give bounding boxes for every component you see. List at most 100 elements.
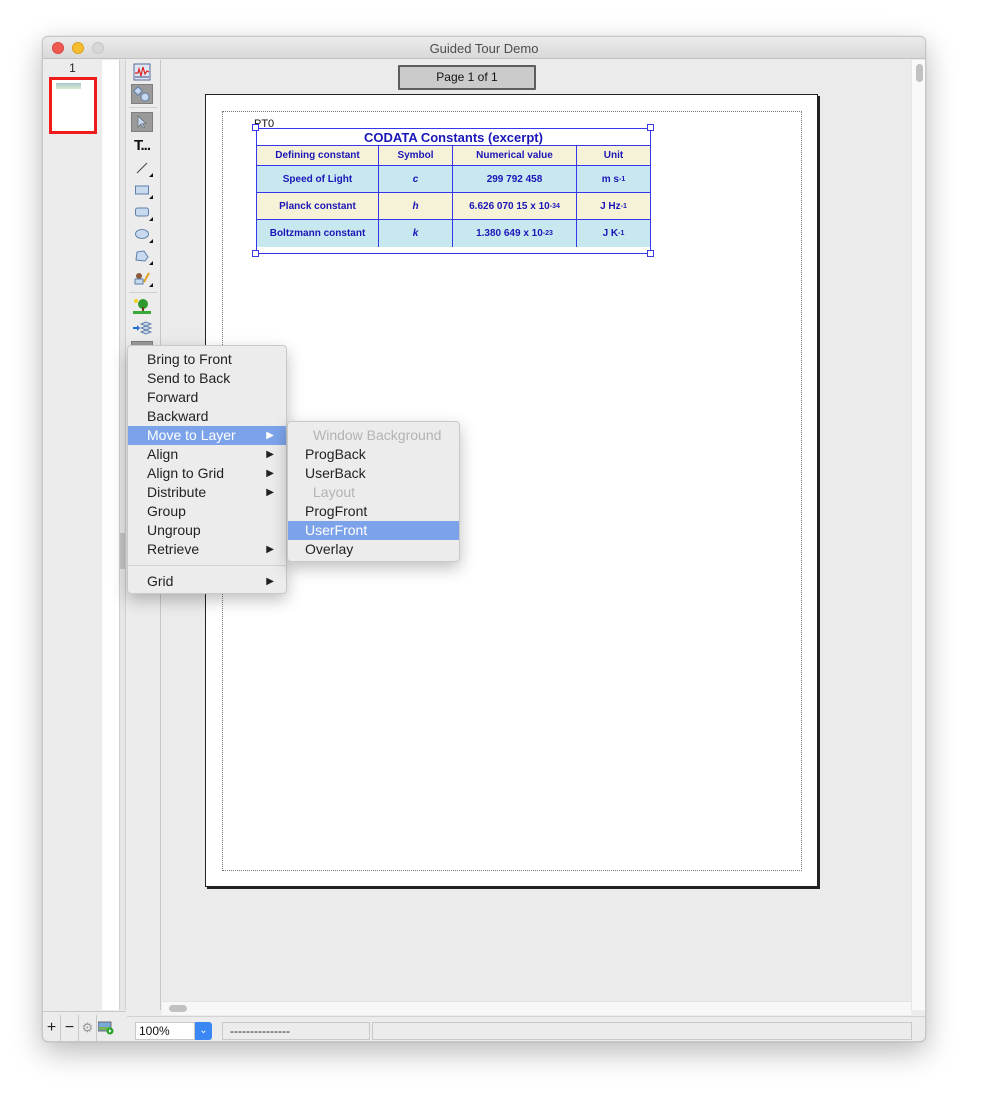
submenu-item-progback[interactable]: ProgBack — [288, 445, 459, 464]
rectangle-tool-icon — [135, 185, 149, 195]
page-indicator: Page 1 of 1 — [398, 65, 536, 90]
submenu-item-overlay[interactable]: Overlay — [288, 540, 459, 559]
gear-icon: ⚙ — [81, 1020, 94, 1035]
menu-item-align-to-grid[interactable]: Align to Grid ▶ — [128, 464, 286, 483]
menu-item-backward[interactable]: Backward — [128, 407, 286, 426]
window-title: Guided Tour Demo — [429, 41, 539, 56]
vertical-scrollbar[interactable] — [911, 60, 925, 1010]
rectangle-tool[interactable] — [131, 180, 153, 200]
table-header-row: Defining constant Symbol Numerical value… — [257, 146, 650, 166]
text-tool[interactable]: T... — [131, 135, 153, 155]
menu-item-bring-to-front[interactable]: Bring to Front — [128, 350, 286, 369]
polygon-tool[interactable] — [131, 246, 153, 266]
remove-page-button[interactable]: − — [61, 1015, 79, 1041]
page-settings-button[interactable]: ⚙ — [79, 1015, 97, 1041]
submenu-arrow-icon: ▶ — [266, 430, 274, 441]
horizontal-scrollbar[interactable] — [162, 1001, 911, 1015]
shapes-mode-tool[interactable] — [131, 84, 153, 104]
zoom-dropdown-button[interactable]: ⌄ — [195, 1022, 212, 1040]
menu-item-label: Backward — [147, 408, 209, 424]
menu-item-grid[interactable]: Grid ▶ — [128, 572, 286, 591]
constant-symbol: k — [379, 220, 453, 247]
value-text: 6.626 070 15 x 10 — [469, 200, 550, 212]
codata-table[interactable]: CODATA Constants (excerpt) Defining cons… — [256, 128, 651, 254]
selection-handle-top-left[interactable] — [252, 124, 259, 131]
constant-name: Speed of Light — [257, 166, 379, 192]
picture-tool[interactable] — [131, 296, 153, 316]
horizontal-scroll-thumb[interactable] — [169, 1005, 187, 1012]
page-navigator-buttons: + − ⚙ — [43, 1011, 126, 1041]
menu-item-retrieve[interactable]: Retrieve ▶ — [128, 540, 286, 559]
page-number-label: 1 — [69, 61, 76, 75]
value-exponent: -34 — [549, 202, 560, 210]
menu-item-align[interactable]: Align ▶ — [128, 445, 286, 464]
table-row: Speed of Light c 299 792 458 m s -1 — [257, 166, 650, 193]
tool-options-indicator — [149, 283, 153, 287]
layers-tool[interactable] — [131, 318, 153, 338]
add-page-button[interactable]: + — [43, 1015, 61, 1041]
line-tool-icon — [136, 162, 148, 174]
graph-tool[interactable] — [131, 62, 153, 82]
zoom-level-field[interactable]: 100% — [135, 1022, 195, 1040]
submenu-arrow-icon: ▶ — [266, 576, 274, 587]
submenu-arrow-icon: ▶ — [266, 544, 274, 555]
text-tool-icon: T... — [133, 136, 151, 154]
submenu-item-userfront[interactable]: UserFront — [288, 521, 459, 540]
submenu-arrow-icon: ▶ — [266, 468, 274, 479]
rounded-rectangle-tool-icon — [135, 207, 149, 217]
constant-unit: J K -1 — [577, 220, 650, 247]
selection-handle-top-right[interactable] — [647, 124, 654, 131]
menu-item-label: Retrieve — [147, 541, 200, 557]
page-thumbnail[interactable] — [49, 77, 97, 134]
menu-item-label: Send to Back — [147, 370, 231, 386]
constant-value: 1.380 649 x 10 -23 — [453, 220, 577, 247]
symbol-text: c — [412, 173, 419, 185]
minus-icon: − — [64, 1019, 75, 1036]
submenu-item-userback[interactable]: UserBack — [288, 464, 459, 483]
submenu-item-progfront[interactable]: ProgFront — [288, 502, 459, 521]
selection-handle-bottom-left[interactable] — [252, 250, 259, 257]
splitter-handle[interactable] — [120, 533, 125, 569]
menu-item-label: Group — [147, 503, 186, 519]
select-tool[interactable] — [131, 112, 153, 132]
submenu-item-layout: Layout — [313, 484, 356, 500]
submenu-arrow-icon: ▶ — [266, 449, 274, 460]
menu-item-group[interactable]: Group — [128, 502, 286, 521]
tool-options-indicator — [149, 173, 153, 177]
select-arrow-icon — [137, 115, 147, 129]
unit-text: m s — [601, 173, 619, 185]
plus-icon: + — [46, 1019, 57, 1036]
menu-item-move-to-layer[interactable]: Move to Layer ▶ — [128, 426, 286, 445]
symbol-text: h — [412, 200, 419, 212]
menu-item-ungroup[interactable]: Ungroup — [128, 521, 286, 540]
page-navigator: 1 — [43, 60, 102, 1010]
column-header: Defining constant — [257, 146, 379, 165]
rounded-rectangle-tool[interactable] — [131, 202, 153, 222]
tool-options-indicator — [149, 239, 153, 243]
user-draw-tool[interactable] — [131, 268, 153, 288]
constant-symbol: c — [379, 166, 453, 192]
menu-item-send-to-back[interactable]: Send to Back — [128, 369, 286, 388]
menu-item-label: Align — [147, 446, 179, 462]
vertical-scroll-thumb[interactable] — [916, 64, 923, 82]
oval-tool[interactable] — [131, 224, 153, 244]
page-slideshow-button[interactable] — [97, 1015, 115, 1041]
value-text: 299 792 458 — [486, 173, 543, 185]
menu-item-label: Forward — [147, 389, 199, 405]
menu-item-label: Align to Grid — [147, 465, 225, 481]
menu-item-distribute[interactable]: Distribute ▶ — [128, 483, 286, 502]
column-header: Symbol — [379, 146, 453, 165]
table-row: Boltzmann constant k 1.380 649 x 10 -23 J… — [257, 220, 650, 247]
constant-unit: m s -1 — [577, 166, 650, 192]
line-tool[interactable] — [131, 158, 153, 178]
selection-handle-bottom-right[interactable] — [647, 250, 654, 257]
title-bar: Guided Tour Demo — [43, 37, 925, 59]
menu-item-label: Distribute — [147, 484, 207, 500]
menu-item-forward[interactable]: Forward — [128, 388, 286, 407]
unit-text: J K — [602, 228, 619, 239]
graph-icon — [133, 63, 151, 81]
picture-tree-icon — [133, 299, 151, 314]
value-exponent: -23 — [542, 230, 553, 237]
menu-item-label: Move to Layer — [147, 427, 236, 443]
polygon-tool-icon — [135, 250, 149, 262]
